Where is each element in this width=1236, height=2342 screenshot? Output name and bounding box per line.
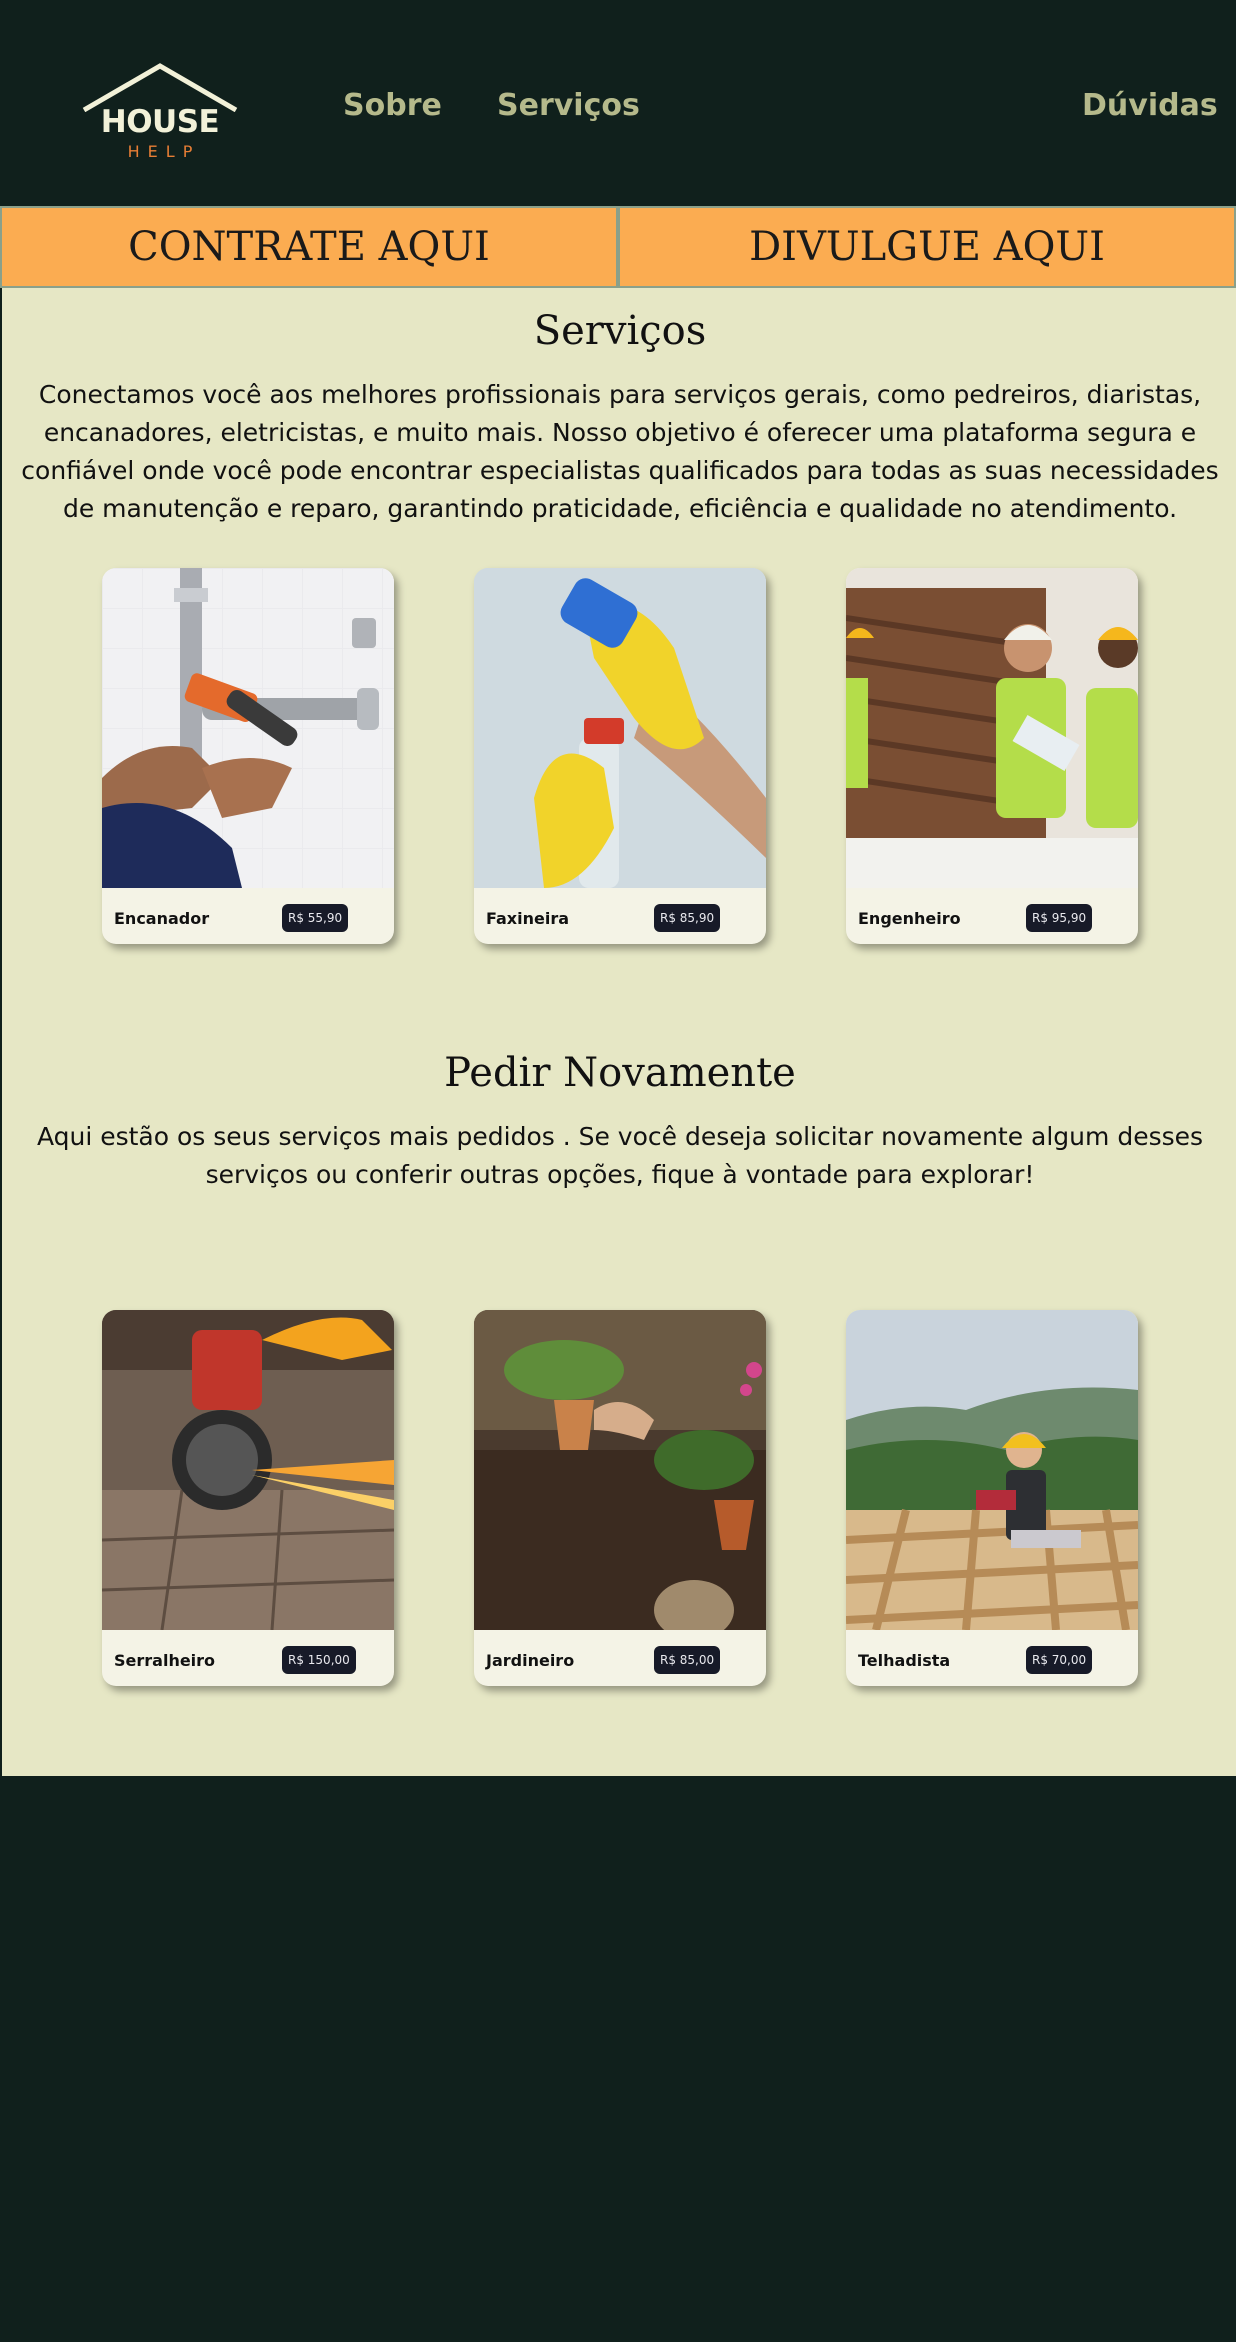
site-header: HOUSE HELP Sobre Serviços Dúvidas [0,0,1236,206]
gardener-photo-icon [474,1310,766,1630]
card-name: Engenheiro [858,909,961,928]
cta-bar: CONTRATE AQUI DIVULGUE AQUI [0,206,1236,288]
price-badge: R$ 85,00 [654,1646,721,1674]
price-badge: R$ 55,90 [282,904,349,932]
engineer-photo-icon [846,568,1138,888]
price-badge: R$ 95,90 [1026,904,1093,932]
house-help-logo[interactable]: HOUSE HELP [80,62,240,168]
cleaner-photo-icon [474,568,766,888]
card-name: Serralheiro [114,1651,216,1670]
logo-text: HOUSE [100,104,220,140]
price-badge: R$ 150,00 [282,1646,356,1674]
service-card-telhadista[interactable]: Telhadista R$ 70,00 [846,1310,1138,1686]
service-card-encanador[interactable]: Encanador R$ 55,90 [102,568,394,944]
nav-servicos[interactable]: Serviços [497,88,640,123]
service-card-jardineiro[interactable]: Jardineiro R$ 85,00 [474,1310,766,1686]
card-name: Jardineiro [486,1651,575,1670]
main-content: Serviços Conectamos você aos melhores pr… [0,288,1236,1776]
servicos-title: Serviços [533,308,707,354]
logo-subtext: HELP [127,142,201,161]
pedir-novamente-description: Aqui estão os seus serviços mais pedidos… [36,1122,1204,1189]
locksmith-photo-icon [102,1310,394,1630]
service-card-faxineira[interactable]: Faxineira R$ 85,90 [474,568,766,944]
service-card-engenheiro[interactable]: Engenheiro R$ 95,90 [846,568,1138,944]
card-name: Telhadista [858,1651,951,1670]
contrate-aqui-button[interactable]: CONTRATE AQUI [0,206,618,288]
nav-duvidas[interactable]: Dúvidas [1082,88,1218,123]
service-card-serralheiro[interactable]: Serralheiro R$ 150,00 [102,1310,394,1686]
plumber-photo-icon [102,568,394,888]
card-name: Encanador [114,909,210,928]
divulgue-aqui-button[interactable]: DIVULGUE AQUI [618,206,1236,288]
nav-sobre[interactable]: Sobre [343,88,442,123]
card-name: Faxineira [486,909,570,928]
servicos-description: Conectamos você aos melhores profissiona… [21,380,1219,523]
roofer-photo-icon [846,1310,1138,1630]
pedir-novamente-title: Pedir Novamente [444,1050,796,1096]
price-badge: R$ 85,90 [654,904,721,932]
price-badge: R$ 70,00 [1026,1646,1093,1674]
